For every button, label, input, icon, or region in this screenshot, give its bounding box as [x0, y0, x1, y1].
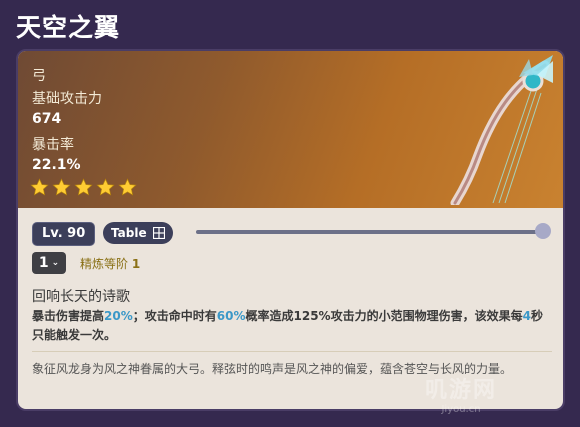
weapon-bow-image [450, 55, 553, 205]
sub-stat-value: 22.1% [32, 157, 81, 173]
refinement-select[interactable]: 1 ⌄ [32, 252, 66, 274]
watermark-main: 叽游网 [425, 378, 498, 403]
passive-highlight: 20% [104, 309, 133, 323]
refinement-label: 精炼等阶 1 [80, 255, 140, 272]
base-atk-value: 674 [32, 111, 62, 127]
watermark-sub: Jiyou.cn [441, 404, 481, 415]
weapon-card: 弓 基础攻击力 674 暴击率 22.1% Lv. 90 Table 1 ⌄ 精… [16, 49, 565, 411]
page-title: 天空之翼 [16, 13, 121, 42]
passive-highlight: 4 [522, 309, 531, 323]
star-icon [30, 178, 49, 196]
level-slider-track[interactable] [196, 230, 545, 234]
level-slider-thumb[interactable] [535, 223, 551, 239]
star-icon [118, 178, 137, 196]
star-icon [74, 178, 93, 196]
refinement-select-value: 1 [38, 255, 49, 271]
rarity-stars [30, 178, 137, 197]
refinement-rank: 1 [131, 257, 141, 271]
divider [32, 351, 552, 352]
weapon-type: 弓 [32, 68, 46, 84]
passive-text: 概率造成125%攻击力的小范围物理伤害，该效果每 [245, 309, 523, 323]
star-icon [96, 178, 115, 196]
star-icon [52, 178, 71, 196]
table-button[interactable]: Table [103, 222, 173, 244]
passive-text: 暴击伤害提高 [32, 309, 105, 323]
table-grid-icon [152, 227, 165, 239]
chevron-down-icon: ⌄ [51, 258, 60, 268]
level-badge[interactable]: Lv. 90 [32, 222, 96, 246]
base-atk-label: 基础攻击力 [32, 91, 102, 107]
weapon-hero-panel: 弓 基础攻击力 674 暴击率 22.1% [18, 51, 563, 208]
table-button-label: Table [111, 226, 147, 240]
passive-text: ；攻击命中时有 [132, 309, 217, 323]
sub-stat-label: 暴击率 [32, 137, 74, 153]
passive-highlight: 60% [216, 309, 246, 323]
refinement-label-text: 精炼等阶 [80, 257, 129, 271]
watermark: 叽游网 Jiyou.cn [425, 372, 497, 415]
passive-description: 暴击伤害提高20%；攻击命中时有60%概率造成125%攻击力的小范围物理伤害，该… [32, 307, 554, 345]
passive-name: 回响长天的诗歌 [32, 289, 130, 305]
